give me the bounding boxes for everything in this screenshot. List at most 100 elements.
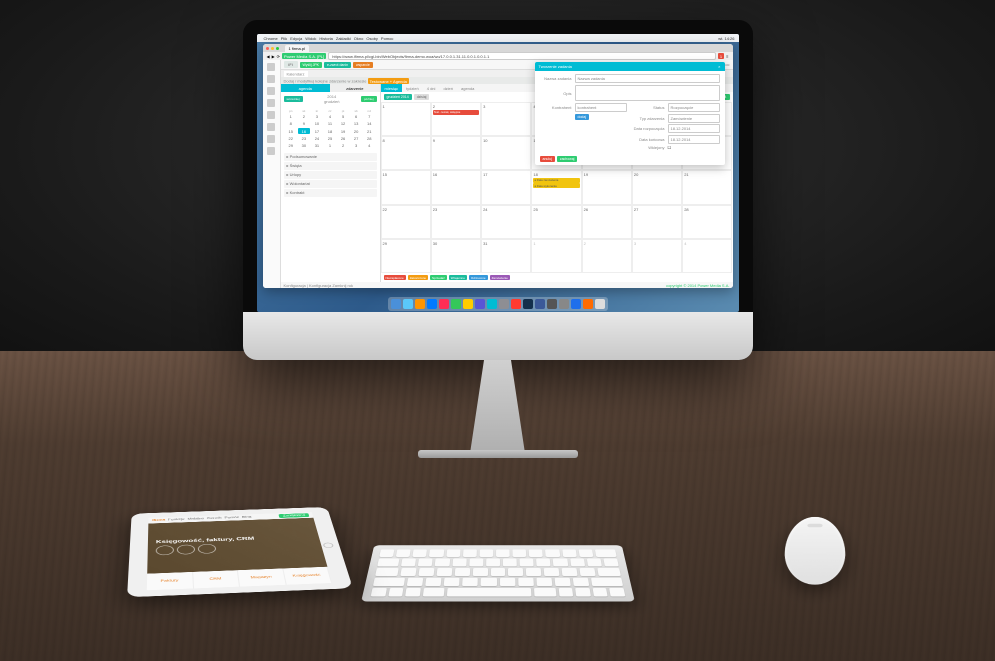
month-day-cell[interactable]: 2Test - temat, wstępne	[431, 102, 481, 136]
ipad-tile[interactable]: CRM	[193, 570, 240, 588]
month-day-cell[interactable]: 2	[582, 239, 632, 273]
dock-app-icon[interactable]	[547, 299, 557, 309]
ipad-tile[interactable]: Księgowość	[283, 567, 332, 585]
menubar-app[interactable]: Chrome	[264, 36, 278, 41]
month-day-cell[interactable]: 21	[682, 170, 732, 204]
dock-app-icon[interactable]	[403, 299, 413, 309]
view-tab-week[interactable]: tydzień	[402, 84, 423, 92]
allday-checkbox[interactable]: ☐	[668, 145, 672, 150]
dock-app-icon[interactable]	[487, 299, 497, 309]
ipad-nav-item[interactable]: Funkcje	[168, 518, 185, 521]
reload-icon[interactable]: ⟳	[277, 54, 280, 59]
month-day-cell[interactable]: 30	[431, 239, 481, 273]
month-day-cell[interactable]: 22	[381, 205, 431, 239]
mini-cal-day[interactable]: 5	[337, 114, 350, 121]
month-day-cell[interactable]: 9	[431, 136, 481, 170]
category-item[interactable]: ▸ Święta	[284, 162, 377, 170]
mini-cal-day[interactable]: 19	[337, 128, 350, 135]
dock-app-icon[interactable]	[523, 299, 533, 309]
menu-people[interactable]: Osoby	[366, 36, 378, 41]
app-logo[interactable]: iFi	[284, 61, 298, 68]
ipad-nav-item[interactable]: Cennik	[207, 517, 222, 520]
dock-app-icon[interactable]	[571, 299, 581, 309]
nav-icon[interactable]	[267, 111, 275, 119]
close-icon[interactable]: ×	[718, 64, 720, 69]
menu-help[interactable]: Pomoc	[381, 36, 393, 41]
month-day-cell[interactable]: 8	[381, 136, 431, 170]
back-icon[interactable]: ◀	[267, 54, 270, 59]
mini-cal-day[interactable]: 3	[311, 114, 324, 121]
month-day-cell[interactable]: 16	[431, 170, 481, 204]
month-day-cell[interactable]: 23	[431, 205, 481, 239]
month-day-cell[interactable]: 24	[481, 205, 531, 239]
osx-dock[interactable]	[388, 297, 608, 311]
topbar-btn-support[interactable]: wsparcie	[353, 62, 373, 68]
mini-cal-day[interactable]: 14	[363, 121, 376, 128]
nav-icon[interactable]	[267, 75, 275, 83]
month-day-cell[interactable]: 27	[632, 205, 682, 239]
menu-edit[interactable]: Edycja	[290, 36, 302, 41]
mini-cal-day[interactable]: 21	[363, 128, 376, 135]
mini-cal-day[interactable]: 3	[350, 142, 363, 149]
dock-app-icon[interactable]	[463, 299, 473, 309]
add-contractor-button[interactable]: dodaj	[575, 114, 590, 120]
mini-cal-day[interactable]: 2	[298, 114, 311, 121]
mini-cal-day[interactable]: 15	[285, 128, 298, 135]
month-day-cell[interactable]: 28	[682, 205, 732, 239]
menu-icon[interactable]: ≡	[726, 54, 728, 59]
mini-cal-day[interactable]: 29	[285, 142, 298, 149]
mini-cal-day[interactable]: 22	[285, 135, 298, 142]
view-tab-agenda[interactable]: agenda	[457, 84, 478, 92]
ipad-nav-item[interactable]: Mobilne	[187, 517, 204, 520]
dock-app-icon[interactable]	[475, 299, 485, 309]
mini-cal-day[interactable]: 24	[311, 135, 324, 142]
menu-bookmarks[interactable]: Zakładki	[336, 36, 351, 41]
dock-app-icon[interactable]	[391, 299, 401, 309]
left-tab-agenda[interactable]: agenda	[281, 84, 331, 92]
mini-cal-day[interactable]: 1	[285, 114, 298, 121]
mini-cal-day[interactable]: 16	[298, 128, 311, 135]
dock-app-icon[interactable]	[415, 299, 425, 309]
month-day-cell[interactable]: 1	[531, 239, 581, 273]
mini-cal-day[interactable]: 30	[298, 142, 311, 149]
mini-cal-day[interactable]: 20	[350, 128, 363, 135]
dock-app-icon[interactable]	[451, 299, 461, 309]
ssl-badge[interactable]: Power Media S.A. [PL]	[282, 53, 326, 59]
category-item[interactable]: ▸ Podsumowanie	[284, 153, 377, 161]
save-button[interactable]: zachowaj	[557, 156, 578, 162]
nav-icon[interactable]	[267, 63, 275, 71]
category-item[interactable]: ▸ Urlopy	[284, 171, 377, 179]
mini-cal-day[interactable]: 1	[324, 142, 337, 149]
topbar-btn-jpk[interactable]: Wyślij JPK	[300, 62, 323, 68]
month-day-cell[interactable]: 1	[381, 102, 431, 136]
topbar-btn-return[interactable]: e-zwrot danin	[324, 62, 351, 68]
month-day-cell[interactable]: 17	[481, 170, 531, 204]
ipad-brand[interactable]: ifirma	[152, 519, 165, 522]
mini-cal-day[interactable]: 31	[311, 142, 324, 149]
mini-cal-day[interactable]: 28	[363, 135, 376, 142]
month-day-cell[interactable]: 4	[682, 239, 732, 273]
mini-cal-day[interactable]: 23	[298, 135, 311, 142]
mini-cal-day[interactable]: 18	[324, 128, 337, 135]
dock-app-icon[interactable]	[535, 299, 545, 309]
type-select[interactable]: Zamówienie	[668, 114, 720, 123]
category-item[interactable]: ▸ Wolontariat	[284, 180, 377, 188]
cancel-button[interactable]: anuluj	[540, 156, 555, 162]
mini-cal-day[interactable]: 2	[337, 142, 350, 149]
start-date-input[interactable]: 18.12.2014	[668, 124, 720, 133]
crumb-tab[interactable]: Kalendarz	[284, 71, 308, 77]
ipad-nav-item[interactable]: Blog	[242, 516, 252, 519]
left-tab-event[interactable]: zdarzenie	[330, 84, 380, 92]
month-day-cell[interactable]: 20	[632, 170, 682, 204]
ipad-nav-item[interactable]: Pomoc	[224, 516, 239, 519]
month-prev-button[interactable]: grudzień 2014	[384, 94, 412, 100]
menu-window[interactable]: Okno	[354, 36, 364, 41]
today-button[interactable]: dzisiaj	[414, 94, 430, 100]
mini-cal-day[interactable]: 7	[363, 114, 376, 121]
mini-cal-day[interactable]: 17	[311, 128, 324, 135]
nav-icon[interactable]	[267, 147, 275, 155]
nav-icon[interactable]	[267, 99, 275, 107]
ipad-tile[interactable]: Faktury	[147, 572, 194, 590]
end-date-input[interactable]: 18.12.2014	[668, 135, 720, 144]
dock-app-icon[interactable]	[583, 299, 593, 309]
